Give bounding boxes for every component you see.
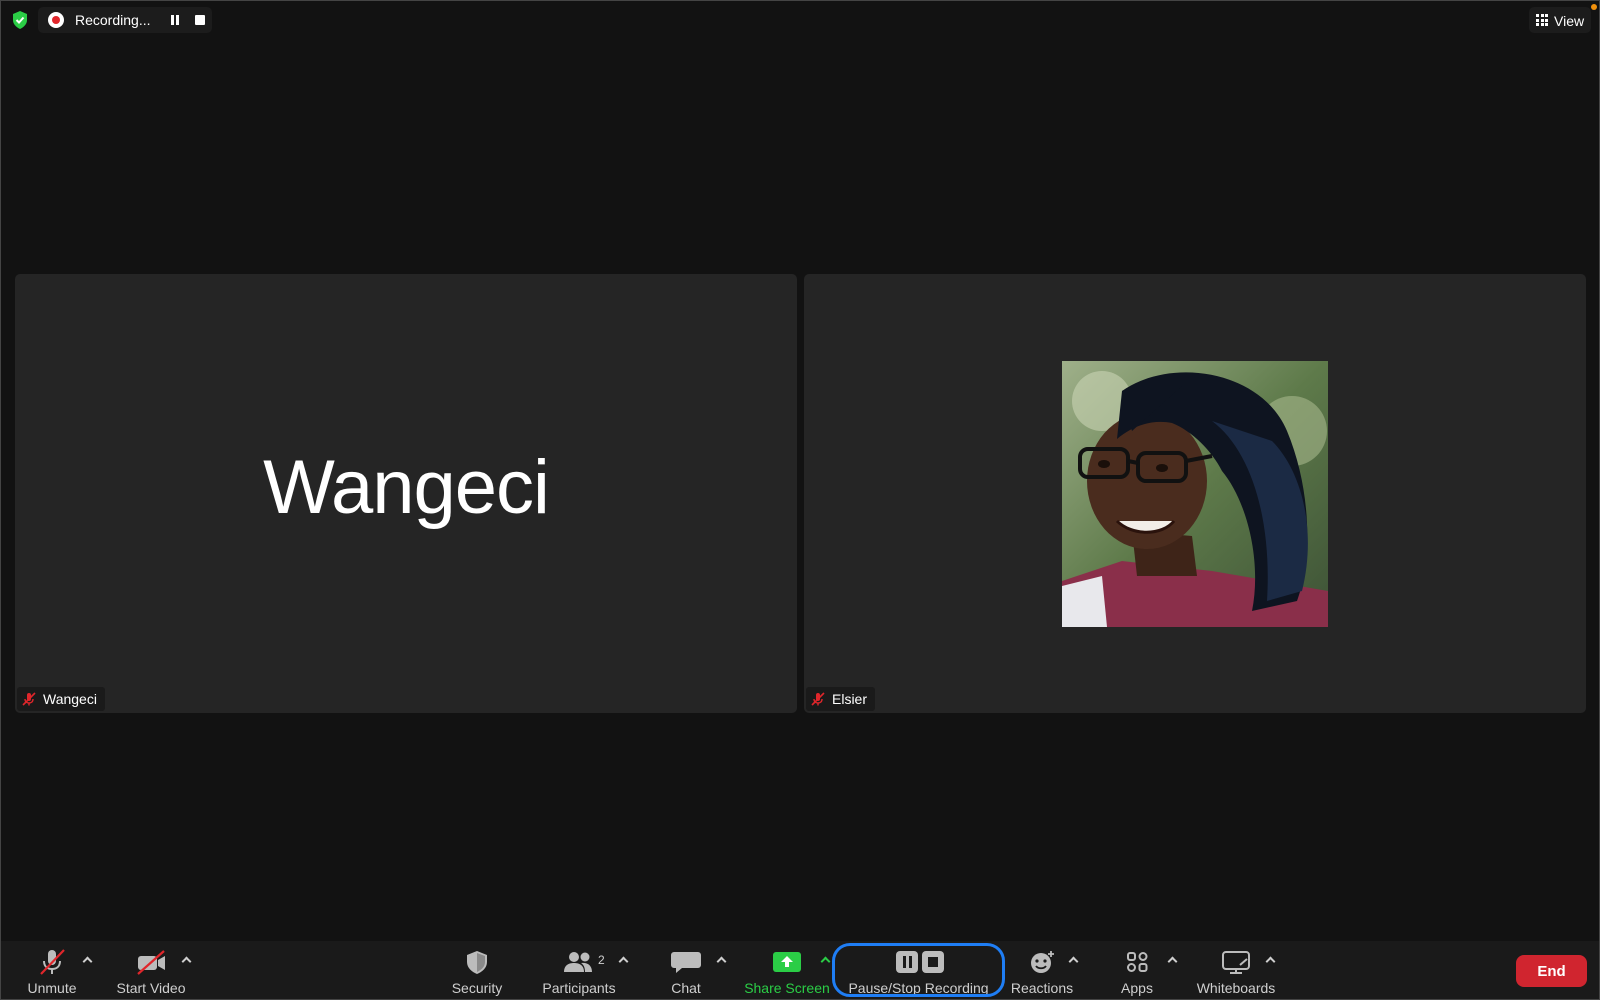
view-label: View bbox=[1554, 13, 1585, 29]
chat-label: Chat bbox=[671, 980, 701, 996]
recording-status-label: Recording... bbox=[75, 12, 151, 28]
mic-off-icon bbox=[22, 692, 36, 706]
mic-off-icon bbox=[40, 949, 65, 975]
audio-options-chevron-up-icon[interactable] bbox=[82, 955, 92, 965]
pause-recording-icon[interactable] bbox=[171, 15, 180, 25]
recording-indicator: Recording... bbox=[38, 7, 212, 33]
profile-photo bbox=[1062, 361, 1328, 627]
participant-tile-wangeci[interactable]: Wangeci Wangeci bbox=[15, 274, 797, 713]
participants-count: 2 bbox=[598, 953, 605, 967]
whiteboard-icon bbox=[1222, 951, 1250, 974]
reactions-options-chevron-up-icon[interactable] bbox=[1068, 955, 1078, 965]
security-shield-check-icon[interactable] bbox=[11, 10, 29, 30]
participants-label: Participants bbox=[542, 980, 616, 996]
share-options-chevron-up-icon[interactable] bbox=[820, 955, 830, 965]
participant-display-name: Wangeci bbox=[263, 445, 550, 530]
stop-recording-icon[interactable] bbox=[195, 15, 205, 25]
chat-button[interactable]: Chat bbox=[661, 941, 711, 999]
whiteboards-label: Whiteboards bbox=[1196, 980, 1276, 996]
recording-button-highlight bbox=[832, 943, 1005, 997]
participant-name-tag: Wangeci bbox=[17, 687, 105, 711]
unmute-button[interactable]: Unmute bbox=[21, 941, 83, 999]
whiteboards-options-chevron-up-icon[interactable] bbox=[1265, 955, 1275, 965]
meeting-toolbar: Unmute Start Video Security 2 Participan… bbox=[1, 941, 1599, 999]
mic-off-icon bbox=[811, 692, 825, 706]
apps-icon bbox=[1127, 952, 1148, 972]
chat-icon bbox=[671, 952, 701, 973]
unmute-label: Unmute bbox=[27, 980, 77, 996]
security-shield-icon bbox=[467, 951, 487, 974]
reactions-icon bbox=[1031, 951, 1054, 973]
reactions-button[interactable]: Reactions bbox=[1009, 941, 1075, 999]
reactions-label: Reactions bbox=[1010, 980, 1074, 996]
participants-options-chevron-up-icon[interactable] bbox=[618, 955, 628, 965]
grid-icon bbox=[1536, 14, 1548, 26]
name-tag-label: Wangeci bbox=[43, 691, 97, 707]
participants-button[interactable]: 2 Participants bbox=[541, 941, 617, 999]
apps-options-chevron-up-icon[interactable] bbox=[1167, 955, 1177, 965]
notification-dot bbox=[1591, 4, 1597, 10]
start-video-label: Start Video bbox=[116, 980, 186, 996]
share-screen-label: Share Screen bbox=[744, 980, 830, 996]
record-dot-icon bbox=[48, 12, 64, 28]
participants-icon bbox=[564, 952, 592, 972]
apps-label: Apps bbox=[1121, 980, 1153, 996]
share-screen-icon bbox=[773, 952, 801, 972]
whiteboards-button[interactable]: Whiteboards bbox=[1193, 941, 1279, 999]
meeting-window: Recording... View Wangeci Wangeci Elsier… bbox=[0, 0, 1600, 1000]
apps-button[interactable]: Apps bbox=[1111, 941, 1163, 999]
security-label: Security bbox=[451, 980, 503, 996]
chat-options-chevron-up-icon[interactable] bbox=[716, 955, 726, 965]
video-off-icon bbox=[137, 950, 165, 975]
view-button[interactable]: View bbox=[1529, 7, 1591, 33]
video-options-chevron-up-icon[interactable] bbox=[181, 955, 191, 965]
participant-tile-elsier[interactable]: Elsier bbox=[804, 274, 1586, 713]
share-screen-button[interactable]: Share Screen bbox=[744, 941, 830, 999]
profile-photo-illustration bbox=[1062, 361, 1328, 627]
security-button[interactable]: Security bbox=[449, 941, 505, 999]
name-tag-label: Elsier bbox=[832, 691, 868, 707]
participant-name-tag: Elsier bbox=[806, 687, 876, 711]
start-video-button[interactable]: Start Video bbox=[113, 941, 189, 999]
end-meeting-button[interactable]: End bbox=[1516, 955, 1587, 987]
